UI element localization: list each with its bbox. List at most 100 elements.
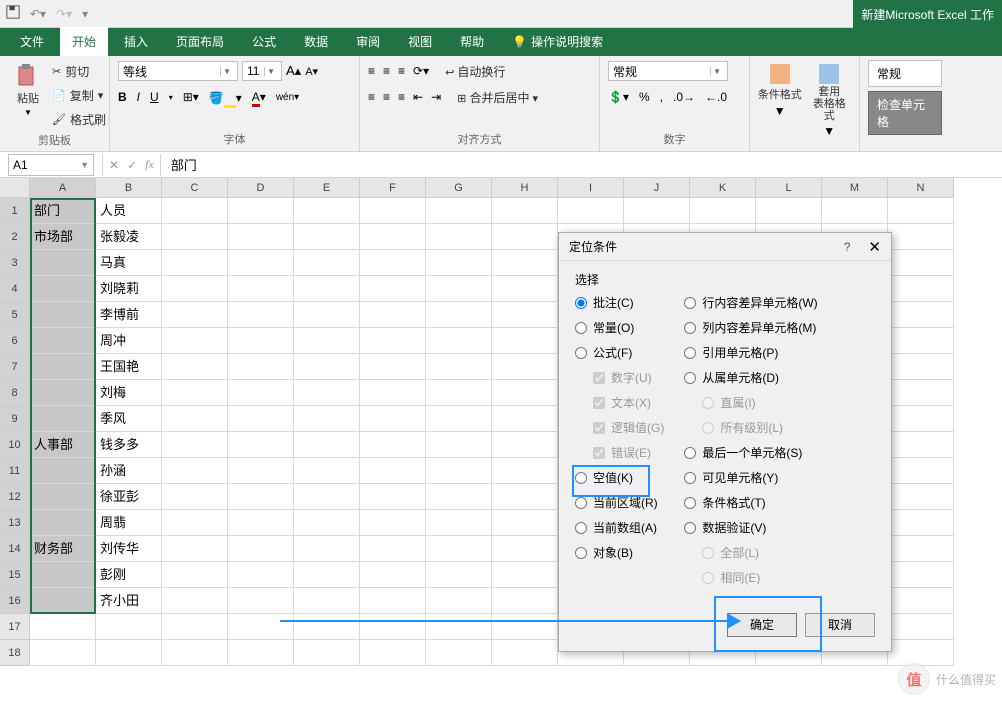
cell[interactable]: 彭刚 [96, 562, 162, 588]
cell[interactable] [426, 510, 492, 536]
col-header-J[interactable]: J [624, 178, 690, 198]
tab-file[interactable]: 文件 [8, 27, 56, 56]
cell[interactable] [294, 510, 360, 536]
cell[interactable] [426, 640, 492, 666]
cell[interactable] [888, 614, 954, 640]
cell[interactable] [360, 484, 426, 510]
align-right-icon[interactable]: ≡ [398, 90, 405, 104]
cell[interactable] [492, 510, 558, 536]
cell[interactable] [30, 276, 96, 302]
cell[interactable] [294, 640, 360, 666]
cell[interactable] [360, 198, 426, 224]
cell[interactable] [492, 380, 558, 406]
cell[interactable] [888, 250, 954, 276]
cell[interactable] [360, 250, 426, 276]
cell[interactable] [162, 380, 228, 406]
cell[interactable] [162, 536, 228, 562]
number-format-select[interactable]: 常规▼ [608, 61, 728, 81]
cell[interactable] [96, 614, 162, 640]
cell[interactable] [162, 562, 228, 588]
option-constants[interactable]: 常量(O) [575, 319, 664, 336]
option-region[interactable]: 当前区域(R) [575, 494, 664, 511]
align-left-icon[interactable]: ≡ [368, 90, 375, 104]
cell[interactable] [162, 302, 228, 328]
cell[interactable]: 季风 [96, 406, 162, 432]
option-blanks[interactable]: 空值(K) [575, 469, 664, 486]
cell[interactable] [492, 328, 558, 354]
cell[interactable] [360, 380, 426, 406]
cell[interactable] [228, 536, 294, 562]
cell[interactable]: 市场部 [30, 224, 96, 250]
col-header-G[interactable]: G [426, 178, 492, 198]
cell[interactable] [30, 588, 96, 614]
tab-help[interactable]: 帮助 [448, 27, 496, 56]
align-top-icon[interactable]: ≡ [368, 64, 375, 78]
cell[interactable] [162, 198, 228, 224]
col-header-B[interactable]: B [96, 178, 162, 198]
cell[interactable] [888, 588, 954, 614]
align-center-icon[interactable]: ≡ [383, 90, 390, 104]
cell[interactable] [228, 354, 294, 380]
fx-icon[interactable]: fx [145, 157, 154, 172]
cell[interactable] [492, 484, 558, 510]
cell[interactable] [426, 328, 492, 354]
cell[interactable] [360, 458, 426, 484]
cond-format-button[interactable]: 条件格式▼ [758, 60, 802, 142]
increase-font-icon[interactable]: A▴ [286, 63, 301, 79]
cell[interactable] [426, 380, 492, 406]
row-header[interactable]: 15 [0, 562, 30, 588]
cell[interactable] [228, 380, 294, 406]
cell[interactable] [426, 406, 492, 432]
col-header-I[interactable]: I [558, 178, 624, 198]
cell[interactable] [294, 562, 360, 588]
cell[interactable] [228, 458, 294, 484]
cell[interactable] [888, 432, 954, 458]
col-header-D[interactable]: D [228, 178, 294, 198]
cell[interactable] [690, 198, 756, 224]
cell[interactable] [162, 250, 228, 276]
cell[interactable] [360, 536, 426, 562]
row-header[interactable]: 17 [0, 614, 30, 640]
cell[interactable] [294, 458, 360, 484]
cell[interactable] [822, 198, 888, 224]
help-icon[interactable]: ? [844, 240, 851, 254]
cell[interactable] [228, 588, 294, 614]
cell[interactable] [888, 510, 954, 536]
option-formulas[interactable]: 公式(F) [575, 344, 664, 361]
col-header-L[interactable]: L [756, 178, 822, 198]
option-dependents[interactable]: 从属单元格(D) [684, 369, 817, 386]
border-button[interactable]: ⊞▾ [183, 90, 199, 104]
italic-button[interactable]: I [137, 90, 140, 104]
cell[interactable] [294, 302, 360, 328]
cell[interactable] [30, 302, 96, 328]
col-header-H[interactable]: H [492, 178, 558, 198]
col-header-C[interactable]: C [162, 178, 228, 198]
cell[interactable] [30, 406, 96, 432]
cell[interactable] [162, 276, 228, 302]
cell[interactable] [228, 640, 294, 666]
row-header[interactable]: 9 [0, 406, 30, 432]
row-header[interactable]: 6 [0, 328, 30, 354]
copy-button[interactable]: 📄 复制 ▾ [52, 84, 106, 106]
cell[interactable] [360, 276, 426, 302]
cell[interactable] [558, 198, 624, 224]
style-normal[interactable]: 常规 [868, 60, 942, 87]
cell[interactable] [492, 224, 558, 250]
cell[interactable] [30, 562, 96, 588]
cell[interactable] [294, 432, 360, 458]
row-header[interactable]: 18 [0, 640, 30, 666]
cell[interactable] [888, 224, 954, 250]
cell[interactable]: 钱多多 [96, 432, 162, 458]
cell[interactable] [426, 588, 492, 614]
option-last[interactable]: 最后一个单元格(S) [684, 444, 817, 461]
cell[interactable] [360, 354, 426, 380]
row-header[interactable]: 11 [0, 458, 30, 484]
tab-home[interactable]: 开始 [60, 27, 108, 56]
cell[interactable] [426, 250, 492, 276]
name-box[interactable]: A1▼ [8, 154, 94, 176]
cell[interactable] [162, 614, 228, 640]
cell[interactable] [162, 484, 228, 510]
currency-icon[interactable]: 💲▾ [608, 90, 629, 104]
font-size-select[interactable]: 11▼ [242, 61, 282, 81]
qat-more-icon[interactable]: ▾ [82, 7, 88, 21]
